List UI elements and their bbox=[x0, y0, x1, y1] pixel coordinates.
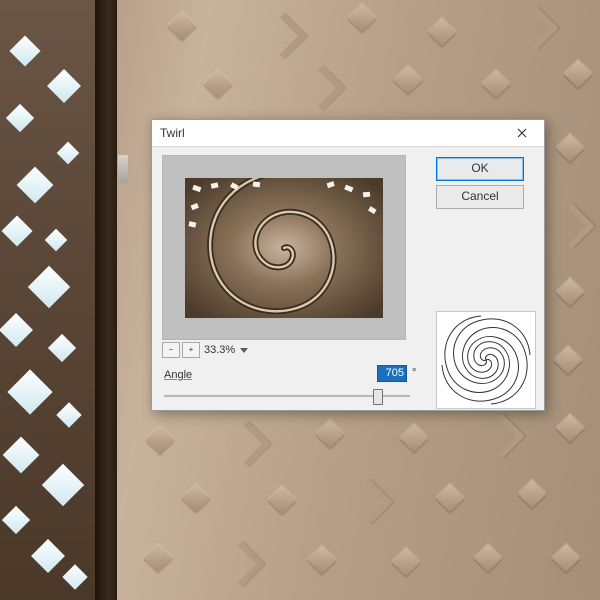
angle-label: Angle bbox=[164, 369, 192, 381]
door-hinge bbox=[118, 155, 128, 183]
angle-slider[interactable] bbox=[164, 388, 410, 402]
close-icon bbox=[517, 128, 527, 138]
twirl-indicator bbox=[436, 311, 536, 409]
degree-symbol: ° bbox=[412, 367, 416, 379]
ok-button[interactable]: OK bbox=[436, 157, 524, 181]
cancel-button[interactable]: Cancel bbox=[436, 185, 524, 209]
door-trim bbox=[95, 0, 117, 600]
close-button[interactable] bbox=[502, 120, 542, 146]
zoom-bar: − + 33.3% bbox=[162, 341, 406, 359]
slider-thumb[interactable] bbox=[373, 389, 383, 405]
zoom-in-button[interactable]: + bbox=[182, 342, 200, 358]
titlebar[interactable]: Twirl bbox=[152, 120, 544, 147]
plus-icon: + bbox=[189, 346, 194, 354]
zoom-dropdown-icon[interactable] bbox=[240, 348, 248, 353]
spiral-icon bbox=[441, 315, 531, 405]
preview-area[interactable] bbox=[162, 155, 406, 340]
preview-image bbox=[185, 178, 383, 318]
zoom-percent: 33.3% bbox=[202, 344, 237, 356]
twirl-dialog: Twirl bbox=[151, 119, 545, 411]
angle-input[interactable]: 705 bbox=[377, 365, 407, 382]
minus-icon: − bbox=[169, 346, 174, 354]
zoom-out-button[interactable]: − bbox=[162, 342, 180, 358]
dialog-title: Twirl bbox=[160, 126, 502, 140]
